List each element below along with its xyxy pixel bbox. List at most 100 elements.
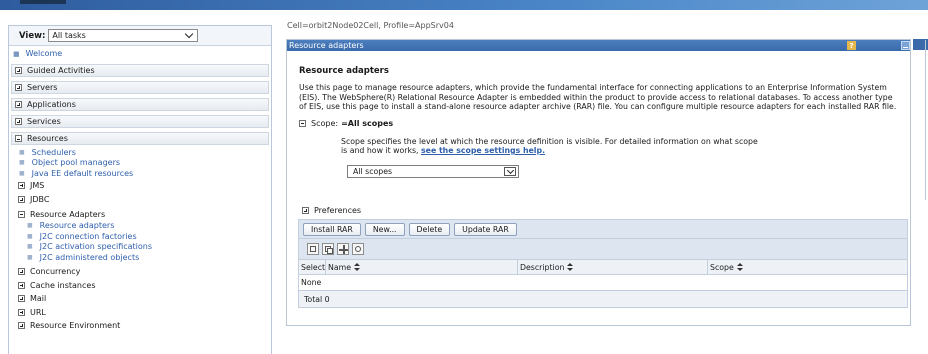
nav-group-label: Concurrency	[30, 267, 81, 277]
nav-group-label: Resource Adapters	[30, 209, 106, 219]
nav-group-label: URL	[30, 307, 46, 317]
nav-group-mail[interactable]: Mail	[11, 293, 269, 306]
scope-value: =All scopes	[341, 118, 394, 128]
update-rar-button[interactable]: Update RAR	[454, 222, 517, 236]
nav-group-jdbc[interactable]: JDBC	[11, 193, 269, 206]
nav-category-resources[interactable]: Resources	[11, 132, 269, 145]
nav-group-concurrency[interactable]: Concurrency	[11, 266, 269, 279]
expand-icon	[15, 67, 22, 74]
column-scope[interactable]: Scope	[708, 260, 907, 274]
nav-category-label: Guided Activities	[27, 66, 95, 75]
nav-link-j2c-activation-specifications[interactable]: ■ J2C activation specifications	[11, 241, 269, 252]
nav-category-applications[interactable]: Applications	[11, 98, 269, 111]
nav-category-label: Applications	[27, 100, 76, 109]
expand-icon	[18, 181, 25, 189]
nav-link-resource-adapters[interactable]: ■ Resource adapters	[11, 220, 269, 231]
welcome-link[interactable]: ■ Welcome	[9, 46, 271, 61]
panel-header: Resource adapters ?	[287, 40, 910, 51]
collapse-icon	[15, 135, 22, 142]
bullet-icon: ■	[27, 253, 33, 261]
nav-group-resource-adapters[interactable]: Resource Adapters	[11, 208, 269, 221]
bullet-icon: ■	[27, 222, 33, 230]
nav-category-label: Services	[27, 117, 61, 126]
nav-link-label: J2C connection factories	[39, 231, 137, 241]
nav-category-services[interactable]: Services	[11, 115, 269, 128]
show-filter-icon[interactable]	[337, 243, 349, 255]
nav-link-label: J2C activation specifications	[39, 242, 153, 252]
expand-icon	[18, 308, 25, 316]
scope-toggle[interactable]: Scope: =All scopes	[299, 119, 899, 128]
install-rar-button[interactable]: Install RAR	[303, 222, 361, 236]
nav-category-label: Resources	[27, 134, 68, 143]
view-filter-row: View: All tasks	[9, 26, 271, 46]
nav-category-guided-activities[interactable]: Guided Activities	[11, 64, 269, 77]
bullet-icon: ■	[27, 243, 33, 251]
side-divider	[925, 40, 926, 200]
panel-content: Resource adapters Use this page to manag…	[299, 66, 899, 178]
collapse-icon	[299, 119, 306, 127]
column-select: Select	[299, 260, 326, 274]
view-select-value: All tasks	[52, 31, 86, 40]
expand-icon	[15, 84, 22, 91]
preferences-toggle[interactable]: Preferences	[302, 206, 361, 215]
new-button[interactable]: New...	[364, 222, 405, 236]
help-icon[interactable]: ?	[847, 41, 856, 50]
nav-link-label: Schedulers	[31, 147, 76, 157]
scope-description: Scope specifies the level at which the r…	[341, 137, 761, 156]
expand-icon	[18, 196, 25, 204]
top-banner	[0, 0, 928, 10]
column-name[interactable]: Name	[326, 260, 518, 274]
bullet-icon: ■	[19, 148, 25, 156]
nav-group-resource-environment[interactable]: Resource Environment	[11, 320, 269, 333]
nav-link-schedulers[interactable]: ■ Schedulers	[11, 147, 269, 158]
nav-group-label: JMS	[30, 180, 45, 190]
nav-group-label: Resource Environment	[30, 321, 121, 331]
chevron-down-icon	[504, 166, 516, 176]
nav-link-java-ee-default-resources[interactable]: ■ Java EE default resources	[11, 168, 269, 179]
nav-group-label: Cache instances	[30, 280, 96, 290]
view-label: View:	[19, 30, 46, 41]
expand-icon	[15, 101, 22, 108]
scope-select[interactable]: All scopes	[347, 164, 519, 178]
delete-button[interactable]: Delete	[408, 222, 451, 236]
bullet-icon: ■	[19, 159, 25, 167]
sort-icon	[736, 263, 743, 271]
table-icon-bar	[298, 239, 908, 260]
scope-label: Scope:	[311, 118, 339, 128]
bullet-icon: ■	[19, 169, 25, 177]
nav-link-j2c-administered-objects[interactable]: ■ J2C administered objects	[11, 252, 269, 263]
nav-group-url[interactable]: URL	[11, 306, 269, 319]
table-total: Total 0	[298, 291, 908, 308]
scope-settings-help-link[interactable]: see the scope settings help.	[421, 146, 545, 155]
view-select[interactable]: All tasks	[48, 29, 199, 42]
clear-filter-icon[interactable]	[352, 243, 364, 255]
banner-logo-strip	[20, 0, 66, 4]
resource-adapters-table: Install RAR New... Delete Update RAR Sel…	[298, 219, 908, 308]
expand-icon	[15, 118, 22, 125]
column-description-label: Description	[520, 262, 565, 272]
deselect-all-icon[interactable]	[322, 243, 334, 255]
nav-group-jms[interactable]: JMS	[11, 179, 269, 192]
minimize-icon[interactable]	[901, 41, 910, 50]
nav-link-j2c-connection-factories[interactable]: ■ J2C connection factories	[11, 231, 269, 242]
bullet-icon: ■	[27, 232, 33, 240]
scope-select-value: All scopes	[353, 166, 393, 176]
nav-group-label: Mail	[30, 294, 47, 304]
resources-subtree: ■ Schedulers ■ Object pool managers ■ Ja…	[11, 147, 269, 332]
page-description: Use this page to manage resource adapter…	[299, 83, 897, 111]
column-description[interactable]: Description	[518, 260, 708, 274]
table-row: None	[298, 275, 908, 291]
expand-icon	[302, 207, 309, 214]
nav-group-label: JDBC	[30, 195, 50, 205]
nav-category-label: Servers	[27, 83, 58, 92]
nav-link-object-pool-managers[interactable]: ■ Object pool managers	[11, 158, 269, 169]
nav-link-label: Java EE default resources	[31, 168, 134, 178]
chevron-down-icon	[185, 31, 194, 40]
nav-link-label: J2C administered objects	[39, 252, 140, 262]
resource-adapters-panel: Resource adapters ? Resource adapters Us…	[286, 39, 911, 326]
page-title: Resource adapters	[299, 66, 389, 76]
preferences-label: Preferences	[314, 206, 362, 215]
select-all-icon[interactable]	[307, 243, 319, 255]
nav-group-cache-instances[interactable]: Cache instances	[11, 279, 269, 292]
nav-category-servers[interactable]: Servers	[11, 81, 269, 94]
